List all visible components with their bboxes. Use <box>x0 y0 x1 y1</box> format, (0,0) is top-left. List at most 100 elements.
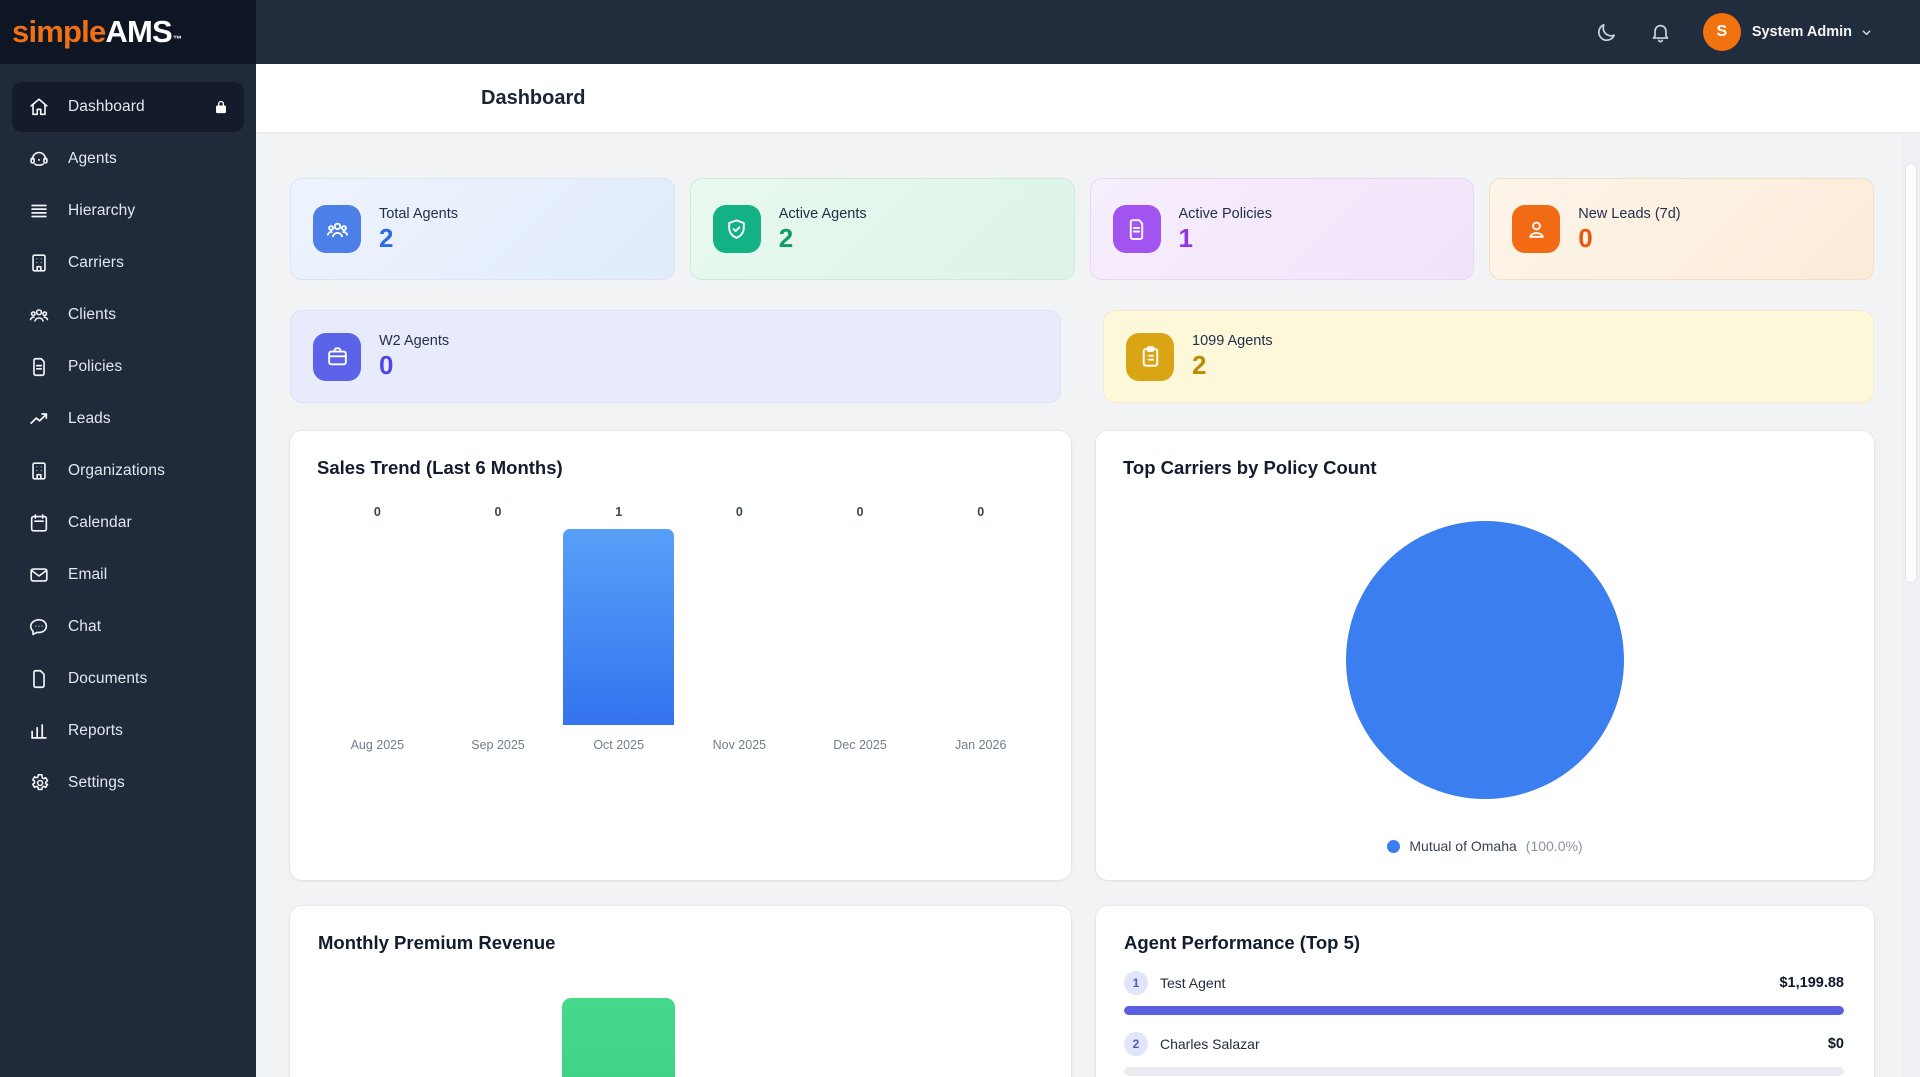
charts-row: Sales Trend (Last 6 Months) 0 Aug 2025 0… <box>290 431 1874 880</box>
x-axis-label: Nov 2025 <box>713 738 767 754</box>
logo-text-simple: simple <box>12 14 105 49</box>
agent-amount: $1,199.88 <box>1779 975 1844 991</box>
sidebar-item-label: Carriers <box>68 254 124 272</box>
sidebar-item-label: Agents <box>68 150 117 168</box>
sidebar-item-hierarchy[interactable]: Hierarchy <box>12 186 244 236</box>
list-icon <box>28 200 50 222</box>
clipboard-icon <box>1126 333 1174 381</box>
rank-badge: 2 <box>1124 1032 1148 1056</box>
sales-trend-chart: 0 Aug 2025 0 Sep 2025 1 Oct 2025 <box>317 505 1041 754</box>
trending-up-icon <box>28 408 50 430</box>
support-agent-icon <box>28 148 50 170</box>
sidebar-item-label: Email <box>68 566 107 584</box>
bar-track <box>679 529 800 725</box>
sales-trend-card: Sales Trend (Last 6 Months) 0 Aug 2025 0… <box>290 431 1071 880</box>
building-icon <box>28 460 50 482</box>
person-icon <box>1512 205 1560 253</box>
dark-mode-toggle[interactable] <box>1587 12 1627 52</box>
brand-logo[interactable]: simpleAMS™ <box>12 14 181 50</box>
stat-text: W2 Agents 0 <box>379 333 449 379</box>
legend-dot <box>1387 840 1400 853</box>
stat-value: 0 <box>1578 225 1680 252</box>
rank-badge: 1 <box>1124 971 1148 995</box>
bar-value-label: 0 <box>857 505 864 521</box>
sidebar: simpleAMS™ Dashboard Agents <box>0 0 256 1077</box>
x-axis-label: Oct 2025 <box>593 738 644 754</box>
bell-icon <box>1649 21 1672 44</box>
sidebar-item-policies[interactable]: Policies <box>12 342 244 392</box>
sidebar-item-organizations[interactable]: Organizations <box>12 446 244 496</box>
sidebar-item-settings[interactable]: Settings <box>12 758 244 808</box>
top-carriers-card: Top Carriers by Policy Count Mutual of O… <box>1096 431 1874 880</box>
avatar: S <box>1703 13 1741 51</box>
bar-column: 1 Oct 2025 <box>558 505 679 754</box>
bar-value-label: 1 <box>615 505 622 521</box>
pie-slice-mutual-of-omaha <box>1346 521 1624 799</box>
agent-performance-card: Agent Performance (Top 5) 1 Test Agent $… <box>1096 906 1874 1077</box>
stat-card-active-policies: Active Policies 1 <box>1090 178 1475 280</box>
sidebar-item-email[interactable]: Email <box>12 550 244 600</box>
people-group-icon <box>313 205 361 253</box>
bar-track <box>558 529 679 725</box>
notifications-button[interactable] <box>1641 12 1681 52</box>
lock-icon <box>212 98 230 116</box>
bar-value-label: 0 <box>977 505 984 521</box>
pie-chart <box>1096 521 1874 799</box>
sidebar-item-leads[interactable]: Leads <box>12 394 244 444</box>
stat-label: Total Agents <box>379 206 458 222</box>
agent-name: Test Agent <box>1160 975 1225 991</box>
page-title: Dashboard <box>481 87 585 110</box>
file-icon <box>28 668 50 690</box>
bar-value-label: 0 <box>495 505 502 521</box>
bar-column: 0 Nov 2025 <box>679 505 800 754</box>
sidebar-item-clients[interactable]: Clients <box>12 290 244 340</box>
chevron-down-icon <box>1859 25 1874 40</box>
scrollbar-thumb[interactable] <box>1905 163 1917 583</box>
progress-fill <box>1124 1006 1844 1015</box>
stat-card-new-leads: New Leads (7d) 0 <box>1489 178 1874 280</box>
sidebar-item-chat[interactable]: Chat <box>12 602 244 652</box>
monthly-premium-card: Monthly Premium Revenue <box>290 906 1071 1077</box>
stat-value: 2 <box>779 225 867 252</box>
user-menu[interactable]: S System Admin <box>1703 13 1874 51</box>
bottom-row: Monthly Premium Revenue Agent Performanc… <box>290 906 1874 1077</box>
stat-value: 1 <box>1179 225 1272 252</box>
sidebar-item-calendar[interactable]: Calendar <box>12 498 244 548</box>
x-axis-label: Sep 2025 <box>471 738 525 754</box>
logo-text-ams: AMS <box>105 14 172 49</box>
stat-label: 1099 Agents <box>1192 333 1273 349</box>
x-axis-label: Dec 2025 <box>833 738 887 754</box>
progress-track <box>1124 1067 1844 1076</box>
bar-value-label: 0 <box>374 505 381 521</box>
monthly-premium-title: Monthly Premium Revenue <box>318 932 1041 954</box>
stat-card-w2-agents: W2 Agents 0 <box>290 310 1061 403</box>
sidebar-nav: Dashboard Agents Hierarchy <box>0 64 256 808</box>
agent-amount: $0 <box>1828 1036 1844 1052</box>
performance-row-header: 2 Charles Salazar $0 <box>1124 1032 1844 1056</box>
performance-row: 1 Test Agent $1,199.88 <box>1124 971 1844 1015</box>
bar-track <box>920 529 1041 725</box>
document-icon <box>1113 205 1161 253</box>
stat-text: Total Agents 2 <box>379 206 458 252</box>
performance-row-header: 1 Test Agent $1,199.88 <box>1124 971 1844 995</box>
title-bar: Dashboard <box>256 64 1920 133</box>
sidebar-item-carriers[interactable]: Carriers <box>12 238 244 288</box>
x-axis-label: Jan 2026 <box>955 738 1006 754</box>
bar-column: 0 Dec 2025 <box>800 505 921 754</box>
progress-track <box>1124 1006 1844 1015</box>
sidebar-item-reports[interactable]: Reports <box>12 706 244 756</box>
bar-column: 0 Aug 2025 <box>317 505 438 754</box>
stat-label: Active Agents <box>779 206 867 222</box>
moon-icon <box>1595 21 1618 44</box>
people-group-icon <box>28 304 50 326</box>
x-axis-label: Aug 2025 <box>351 738 405 754</box>
stat-cards-row-2: W2 Agents 0 1099 Agents 2 <box>290 310 1874 403</box>
stat-label: W2 Agents <box>379 333 449 349</box>
stat-value: 2 <box>1192 352 1273 379</box>
bar-chart-icon <box>28 720 50 742</box>
shield-check-icon <box>713 205 761 253</box>
sidebar-item-documents[interactable]: Documents <box>12 654 244 704</box>
vertical-scrollbar <box>1902 133 1920 1077</box>
sidebar-item-dashboard[interactable]: Dashboard <box>12 82 244 132</box>
sidebar-item-agents[interactable]: Agents <box>12 134 244 184</box>
